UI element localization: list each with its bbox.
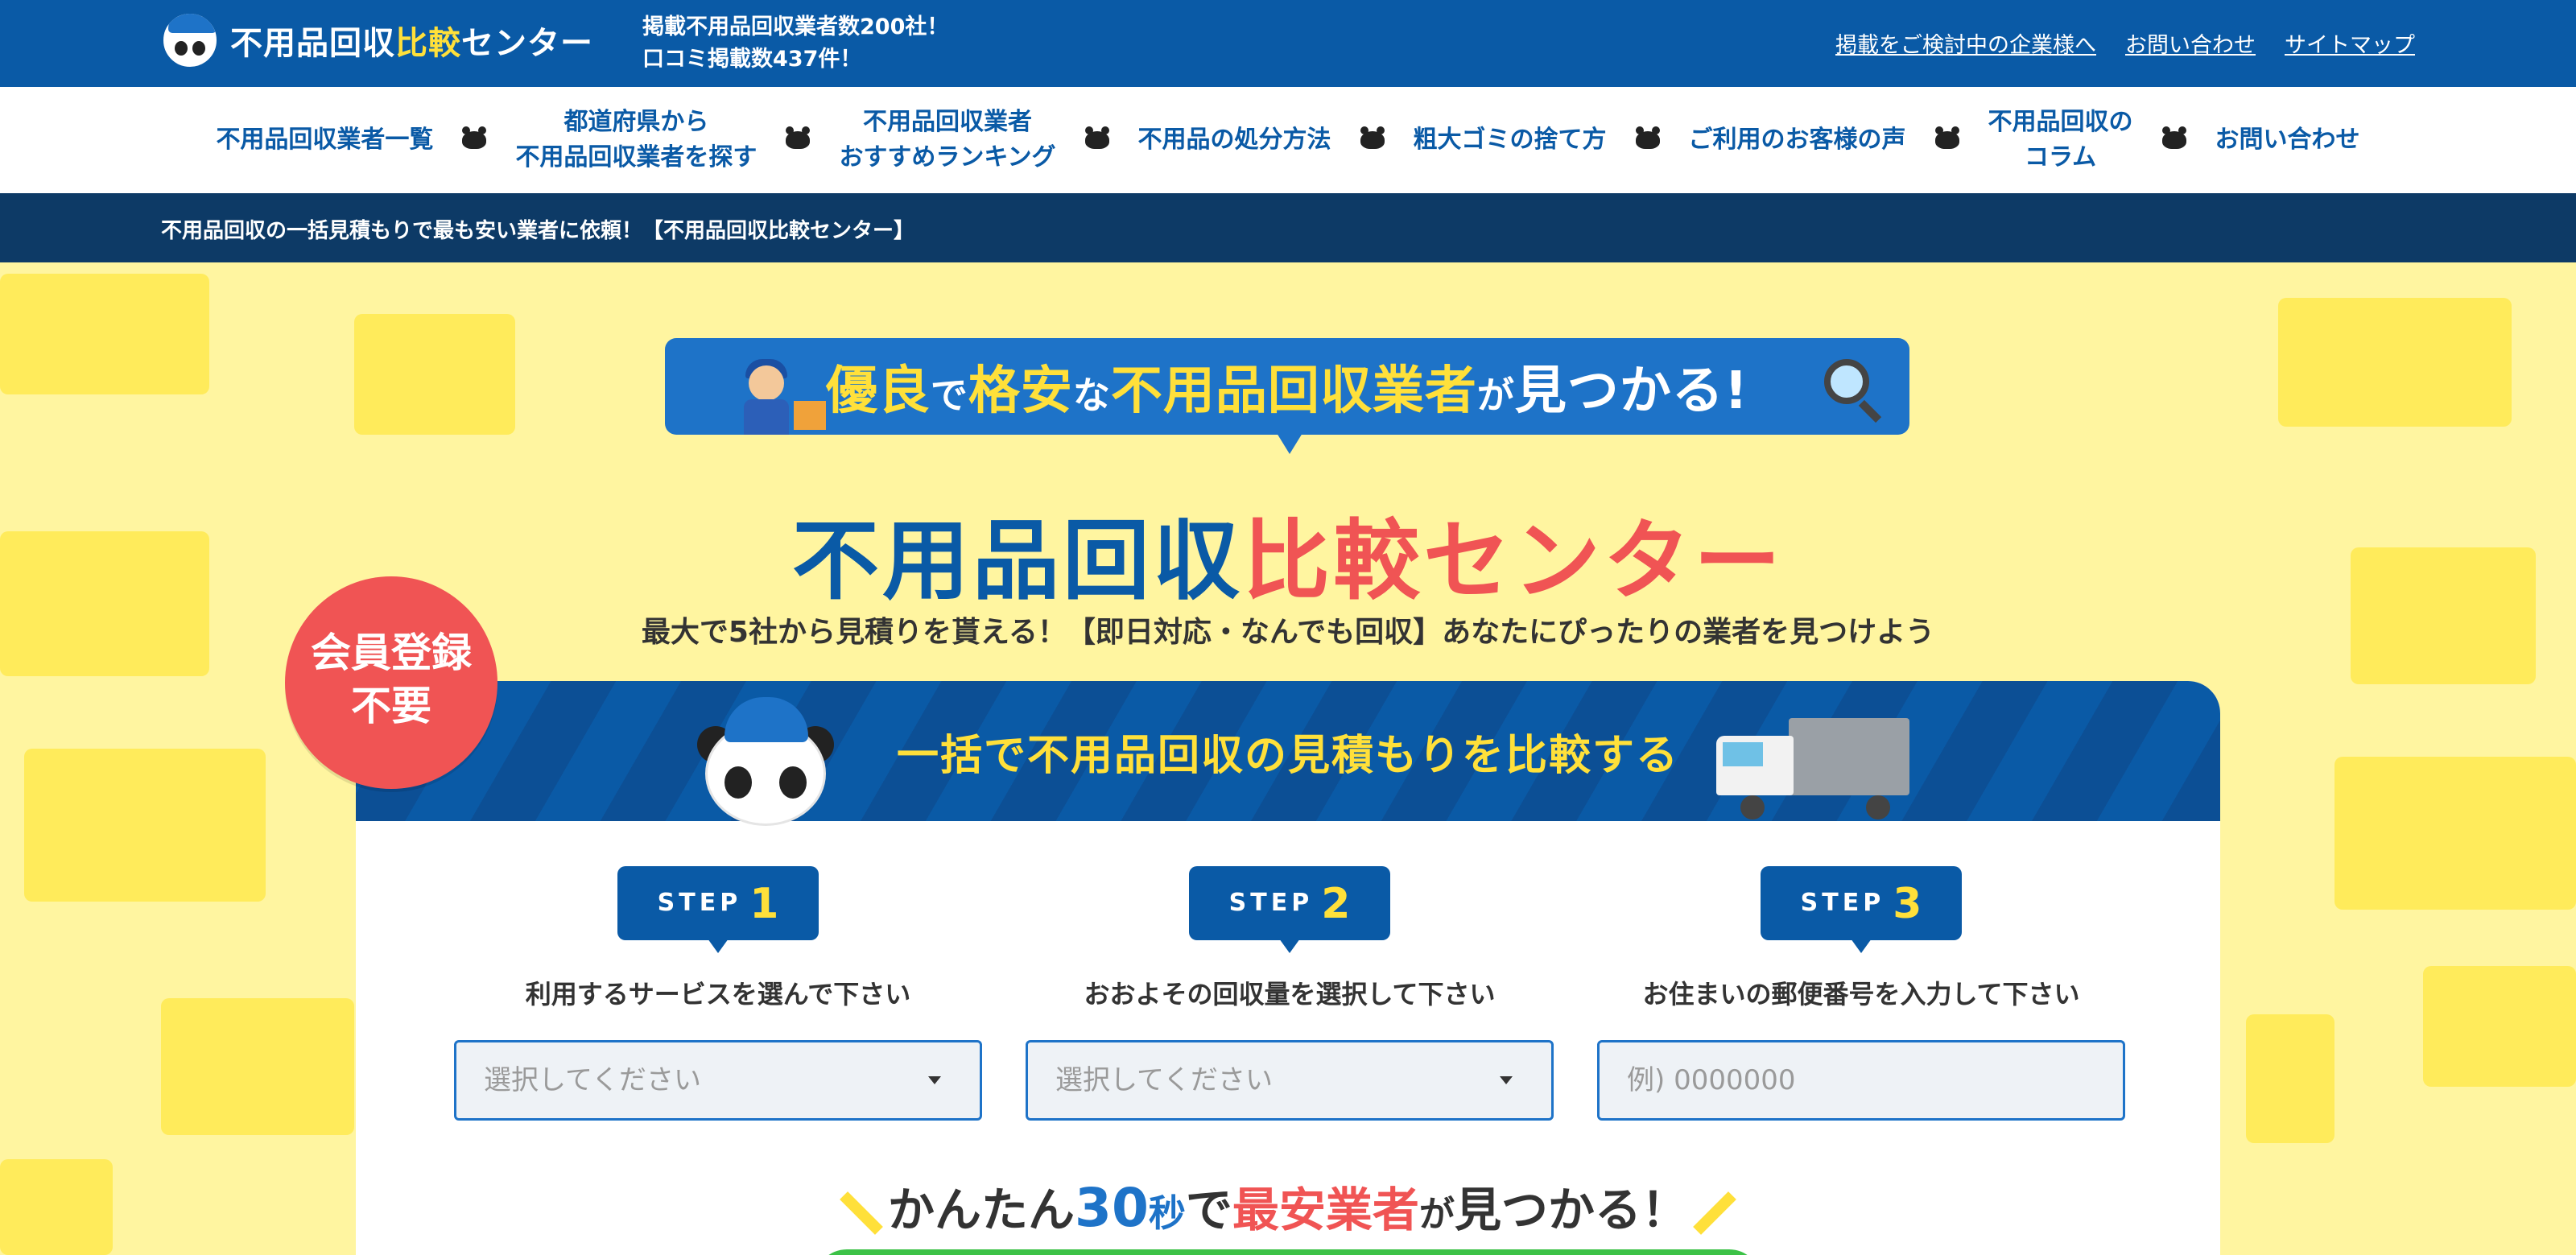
link-sitemap[interactable]: サイトマップ: [2285, 27, 2415, 59]
panda-ear-separator-icon: [462, 126, 487, 149]
logo-text: 不用品回収比較センター: [230, 25, 593, 62]
truck-bg-icon: [2246, 1014, 2334, 1143]
cardboard-box-icon: [794, 401, 826, 430]
panda-ear-separator-icon: [1934, 126, 1959, 149]
panda-ear-separator-icon: [1635, 126, 1660, 149]
step-3: STEP 3 お住まいの郵便番号を入力して下さい 例) 0000000: [1597, 866, 2125, 1121]
step-label: おおよその回収量を選択して下さい: [1084, 979, 1496, 1009]
accent-slash-icon: [840, 1191, 883, 1235]
step-label: お住まいの郵便番号を入力して下さい: [1642, 979, 2080, 1009]
truck-bg-icon: [0, 1159, 113, 1255]
nav-item-ranking[interactable]: 不用品回収業者 おすすめランキング: [810, 105, 1084, 175]
link-contact[interactable]: お問い合わせ: [2125, 27, 2256, 59]
step-label: 利用するサービスを選んで下さい: [525, 979, 911, 1009]
main-nav: 不用品回収業者一覧 都道府県から 不用品回収業者を探す 不用品回収業者 おすすめラン…: [0, 87, 2576, 193]
site-logo[interactable]: 不用品回収比較センター: [161, 11, 593, 69]
volume-select[interactable]: 選択してください: [1026, 1040, 1554, 1121]
site-stats: 掲載不用品回収業者数200社！ 口コミ掲載数437件！: [642, 11, 948, 76]
worker-illustration-icon: [737, 351, 795, 435]
tagline-bar: 不用品回収の一括見積もりで最も安い業者に依頼！【不用品回収比較センター】: [0, 193, 2576, 262]
step-badge: STEP 1: [617, 866, 819, 953]
truck-bg-icon: [0, 274, 209, 394]
postal-code-input[interactable]: 例) 0000000: [1597, 1040, 2125, 1121]
tagline-text: 不用品回収の一括見積もりで最も安い業者に依頼！【不用品回収比較センター】: [161, 219, 915, 243]
step-badge: STEP 3: [1761, 866, 1962, 953]
truck-bg-icon: [2423, 966, 2576, 1087]
nav-item-column[interactable]: 不用品回収の コラム: [1959, 105, 2162, 175]
panda-ear-separator-icon: [1360, 126, 1385, 149]
truck-bg-icon: [2278, 298, 2512, 427]
service-select[interactable]: 選択してください: [454, 1040, 982, 1121]
panda-ear-separator-icon: [2161, 126, 2186, 149]
truck-bg-icon: [161, 998, 354, 1135]
stats-reviews: 口コミ掲載数437件！: [642, 47, 862, 72]
nav-item-customer-voices[interactable]: ご利用のお客様の声: [1660, 122, 1935, 158]
form-steps: STEP 1 利用するサービスを選んで下さい 選択してください STEP 2 おおよ…: [454, 866, 2125, 1121]
nav-item-vendor-list[interactable]: 不用品回収業者一覧: [187, 122, 462, 158]
panda-mascot-icon: [697, 697, 834, 826]
panda-logo-icon: [161, 11, 219, 69]
panda-ear-separator-icon: [786, 126, 811, 149]
estimate-form-card: 一括で不用品回収の見積もりを比較する STEP 1 利用するサービスを選んで下さい…: [356, 681, 2220, 1255]
headline-banner: 優良で格安な不用品回収業者が見つかる!: [665, 338, 1909, 454]
nav-item-prefecture[interactable]: 都道府県から 不用品回収業者を探す: [486, 105, 786, 175]
submit-button[interactable]: [815, 1249, 1761, 1255]
panda-ear-separator-icon: [1084, 126, 1109, 149]
step-1: STEP 1 利用するサービスを選んで下さい 選択してください: [454, 866, 982, 1121]
step-2: STEP 2 おおよその回収量を選択して下さい 選択してください: [1026, 866, 1554, 1121]
truck-bg-icon: [2334, 757, 2576, 910]
headline-text: 優良で格安な不用品回収業者が見つかる!: [825, 361, 1749, 421]
step-badge: STEP 2: [1189, 866, 1390, 953]
truck-bg-icon: [354, 314, 515, 435]
nav-item-disposal-methods[interactable]: 不用品の処分方法: [1109, 122, 1360, 158]
link-for-businesses[interactable]: 掲載をご検討中の企業様へ: [1835, 27, 2096, 59]
top-header: 不用品回収比較センター 掲載不用品回収業者数200社！ 口コミ掲載数437件！ …: [0, 0, 2576, 87]
magnifier-icon: [1824, 359, 1869, 404]
truck-bg-icon: [24, 749, 266, 902]
top-links: 掲載をご検討中の企業様へ お問い合わせ サイトマップ: [1835, 27, 2415, 59]
no-registration-badge: 会員登録 不要: [285, 576, 497, 789]
accent-slash-icon: [1693, 1191, 1736, 1235]
nav-item-bulky-waste[interactable]: 粗大ゴミの捨て方: [1385, 122, 1636, 158]
nav-item-contact[interactable]: お問い合わせ: [2186, 122, 2389, 158]
form-heading: 一括で不用品回収の見積もりを比較する: [896, 731, 1679, 780]
chevron-down-icon: [928, 1076, 941, 1084]
form-header: 一括で不用品回収の見積もりを比較する: [356, 681, 2220, 826]
truck-illustration-icon: [1716, 718, 1909, 819]
chevron-down-icon: [1500, 1076, 1513, 1084]
catchphrase: かんたん30秒で最安業者が見つかる！: [356, 1172, 2220, 1240]
stats-vendors: 掲載不用品回収業者数200社！: [642, 14, 949, 39]
